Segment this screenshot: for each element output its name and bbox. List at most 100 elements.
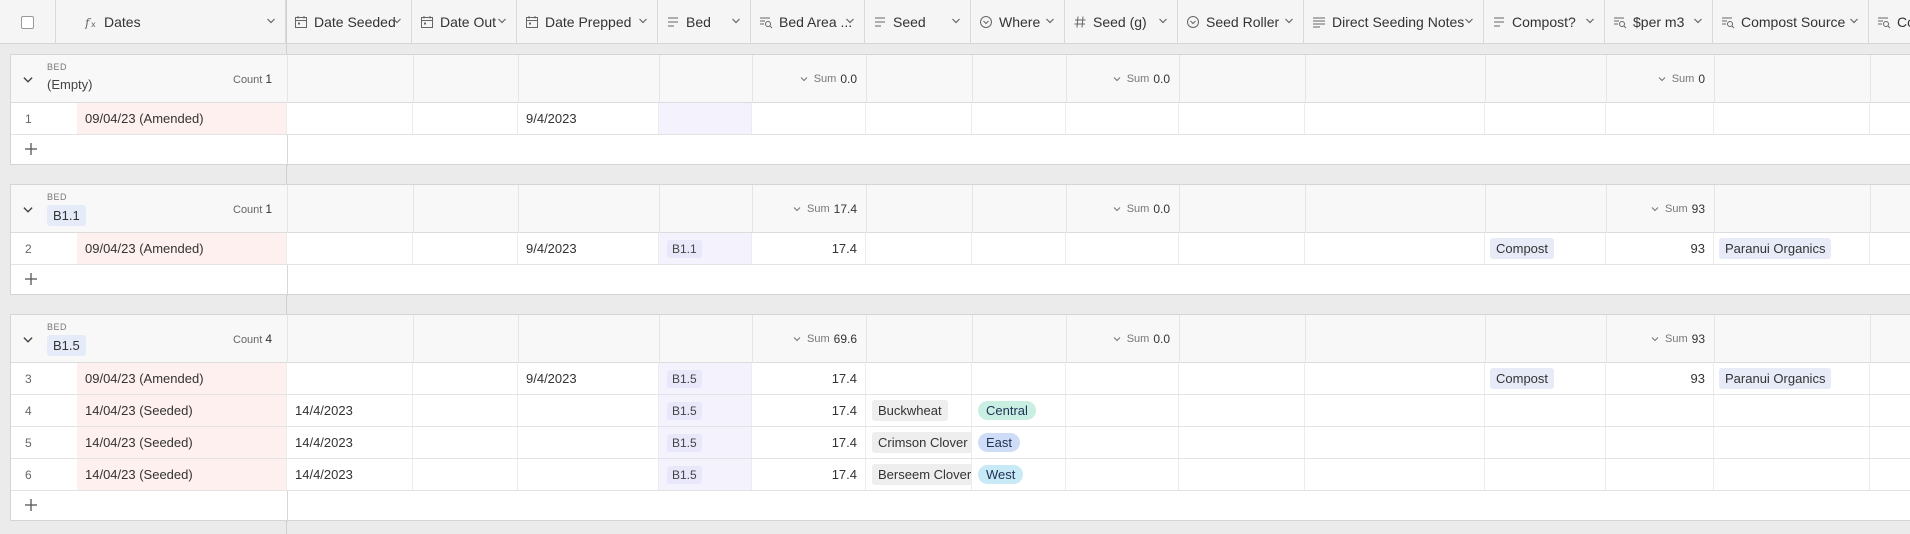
cell-seed-g[interactable] <box>1066 459 1179 490</box>
chevron-down-icon[interactable] <box>637 15 649 27</box>
cell-co[interactable] <box>1870 233 1910 264</box>
table-row[interactable]: 4 14/04/23 (Seeded) 14/4/2023 B1.5 17.4 Buckw… <box>11 395 1910 427</box>
cell-bed-area[interactable]: 17.4 <box>752 427 866 458</box>
group-sum-bed_area[interactable]: Sum 69.6 <box>792 332 857 346</box>
cell-seed-roller[interactable] <box>1179 103 1305 134</box>
group-sum-bed_area[interactable]: Sum 0.0 <box>799 72 857 86</box>
cell-direct-seeding-notes[interactable] <box>1305 363 1485 394</box>
cell-date-prepped[interactable]: 9/4/2023 <box>518 233 659 264</box>
chevron-down-icon[interactable] <box>1692 15 1704 27</box>
cell-bed[interactable]: B1.5 <box>659 395 752 426</box>
cell-direct-seeding-notes[interactable] <box>1305 427 1485 458</box>
cell-date-seeded[interactable]: 14/4/2023 <box>287 427 413 458</box>
cell-date-out[interactable] <box>413 427 518 458</box>
plus-icon[interactable] <box>23 141 39 157</box>
column-header-where[interactable]: Where <box>971 0 1065 44</box>
table-row[interactable]: 3 09/04/23 (Amended) 9/4/2023 B1.5 17.4 Compo… <box>11 363 1910 395</box>
column-header-co[interactable]: Co <box>1869 0 1910 44</box>
cell-dates[interactable]: 14/04/23 (Seeded) <box>77 395 287 426</box>
cell-direct-seeding-notes[interactable] <box>1305 395 1485 426</box>
group-sum-per_m3[interactable]: Sum 93 <box>1650 332 1705 346</box>
cell-seed[interactable]: Buckwheat <box>866 395 972 426</box>
chevron-down-icon[interactable] <box>265 15 277 27</box>
bed-link-tag[interactable]: B1.5 <box>667 369 702 388</box>
cell-per-m3[interactable] <box>1606 459 1714 490</box>
cell-seed-g[interactable] <box>1066 103 1179 134</box>
column-header-seed_roller[interactable]: Seed Roller <box>1178 0 1304 44</box>
select-all-checkbox[interactable] <box>21 15 34 29</box>
cell-bed[interactable]: B1.1 <box>659 233 752 264</box>
cell-date-seeded[interactable] <box>287 103 413 134</box>
cell-bed-area[interactable]: 17.4 <box>752 233 866 264</box>
cell-seed[interactable] <box>866 233 972 264</box>
cell-date-out[interactable] <box>413 395 518 426</box>
cell-bed[interactable]: B1.5 <box>659 427 752 458</box>
cell-date-seeded[interactable]: 14/4/2023 <box>287 459 413 490</box>
table-row[interactable]: 6 14/04/23 (Seeded) 14/4/2023 B1.5 17.4 Berse… <box>11 459 1910 491</box>
cell-dates[interactable]: 09/04/23 (Amended) <box>77 233 287 264</box>
cell-co[interactable] <box>1870 459 1910 490</box>
cell-seed-g[interactable] <box>1066 427 1179 458</box>
table-row[interactable]: 5 14/04/23 (Seeded) 14/4/2023 B1.5 17.4 Crims… <box>11 427 1910 459</box>
cell-per-m3[interactable] <box>1606 395 1714 426</box>
bed-link-tag[interactable]: B1.5 <box>667 433 702 452</box>
cell-compost-source[interactable] <box>1714 427 1870 458</box>
cell-compost-source[interactable] <box>1714 459 1870 490</box>
add-record-row[interactable] <box>11 135 1910 166</box>
cell-compost[interactable] <box>1485 103 1606 134</box>
cell-where[interactable]: Central <box>972 395 1066 426</box>
column-header-compost[interactable]: Compost? <box>1484 0 1605 44</box>
chevron-down-icon[interactable] <box>1848 15 1860 27</box>
cell-date-seeded[interactable] <box>287 233 413 264</box>
cell-where[interactable] <box>972 363 1066 394</box>
cell-direct-seeding-notes[interactable] <box>1305 103 1485 134</box>
seed-link-tag[interactable]: Berseem Clover <box>872 464 971 485</box>
cell-date-prepped[interactable] <box>518 427 659 458</box>
cell-per-m3[interactable]: 93 <box>1606 233 1714 264</box>
column-header-seed[interactable]: Seed <box>865 0 971 44</box>
cell-compost[interactable] <box>1485 427 1606 458</box>
cell-direct-seeding-notes[interactable] <box>1305 459 1485 490</box>
cell-compost[interactable] <box>1485 395 1606 426</box>
add-record-row[interactable] <box>11 265 1910 296</box>
cell-seed-g[interactable] <box>1066 395 1179 426</box>
cell-dates[interactable]: 14/04/23 (Seeded) <box>77 427 287 458</box>
cell-compost-source[interactable]: Paranui Organics <box>1714 233 1870 264</box>
chevron-down-icon[interactable] <box>844 15 856 27</box>
cell-compost-source[interactable] <box>1714 103 1870 134</box>
cell-date-prepped[interactable] <box>518 459 659 490</box>
cell-bed[interactable]: B1.5 <box>659 363 752 394</box>
group-sum-seed_g[interactable]: Sum 0.0 <box>1112 332 1170 346</box>
column-header-date_out[interactable]: Date Out <box>412 0 517 44</box>
column-header-direct_seeding_notes[interactable]: Direct Seeding Notes <box>1304 0 1484 44</box>
chevron-down-icon[interactable] <box>1283 15 1295 27</box>
group-sum-seed_g[interactable]: Sum 0.0 <box>1112 202 1170 216</box>
cell-co[interactable] <box>1870 363 1910 394</box>
chevron-down-icon[interactable] <box>1044 15 1056 27</box>
chevron-down-icon[interactable] <box>1157 15 1169 27</box>
cell-where[interactable] <box>972 103 1066 134</box>
cell-seed-g[interactable] <box>1066 363 1179 394</box>
table-row[interactable]: 1 09/04/23 (Amended) 9/4/2023 <box>11 103 1910 135</box>
group-sum-seed_g[interactable]: Sum 0.0 <box>1112 72 1170 86</box>
table-row[interactable]: 2 09/04/23 (Amended) 9/4/2023 B1.1 17.4 Compo… <box>11 233 1910 265</box>
cell-seed[interactable]: Berseem Clover <box>866 459 972 490</box>
column-header-bed_area[interactable]: Bed Area ... <box>751 0 865 44</box>
cell-date-out[interactable] <box>413 233 518 264</box>
add-record-row[interactable] <box>11 491 1910 522</box>
column-header-date_prepped[interactable]: Date Prepped <box>517 0 658 44</box>
cell-where[interactable]: West <box>972 459 1066 490</box>
cell-seed-g[interactable] <box>1066 233 1179 264</box>
cell-seed-roller[interactable] <box>1179 395 1305 426</box>
cell-date-seeded[interactable] <box>287 363 413 394</box>
cell-where[interactable]: East <box>972 427 1066 458</box>
group-sum-bed_area[interactable]: Sum 17.4 <box>792 202 857 216</box>
cell-compost[interactable]: Compost <box>1485 233 1606 264</box>
cell-compost[interactable]: Compost <box>1485 363 1606 394</box>
cell-compost[interactable] <box>1485 459 1606 490</box>
column-header-compost_source[interactable]: Compost Source <box>1713 0 1869 44</box>
cell-seed-roller[interactable] <box>1179 427 1305 458</box>
cell-date-prepped[interactable]: 9/4/2023 <box>518 103 659 134</box>
collapse-chevron-icon[interactable] <box>21 203 35 217</box>
compost-link-tag[interactable]: Compost <box>1490 368 1555 389</box>
